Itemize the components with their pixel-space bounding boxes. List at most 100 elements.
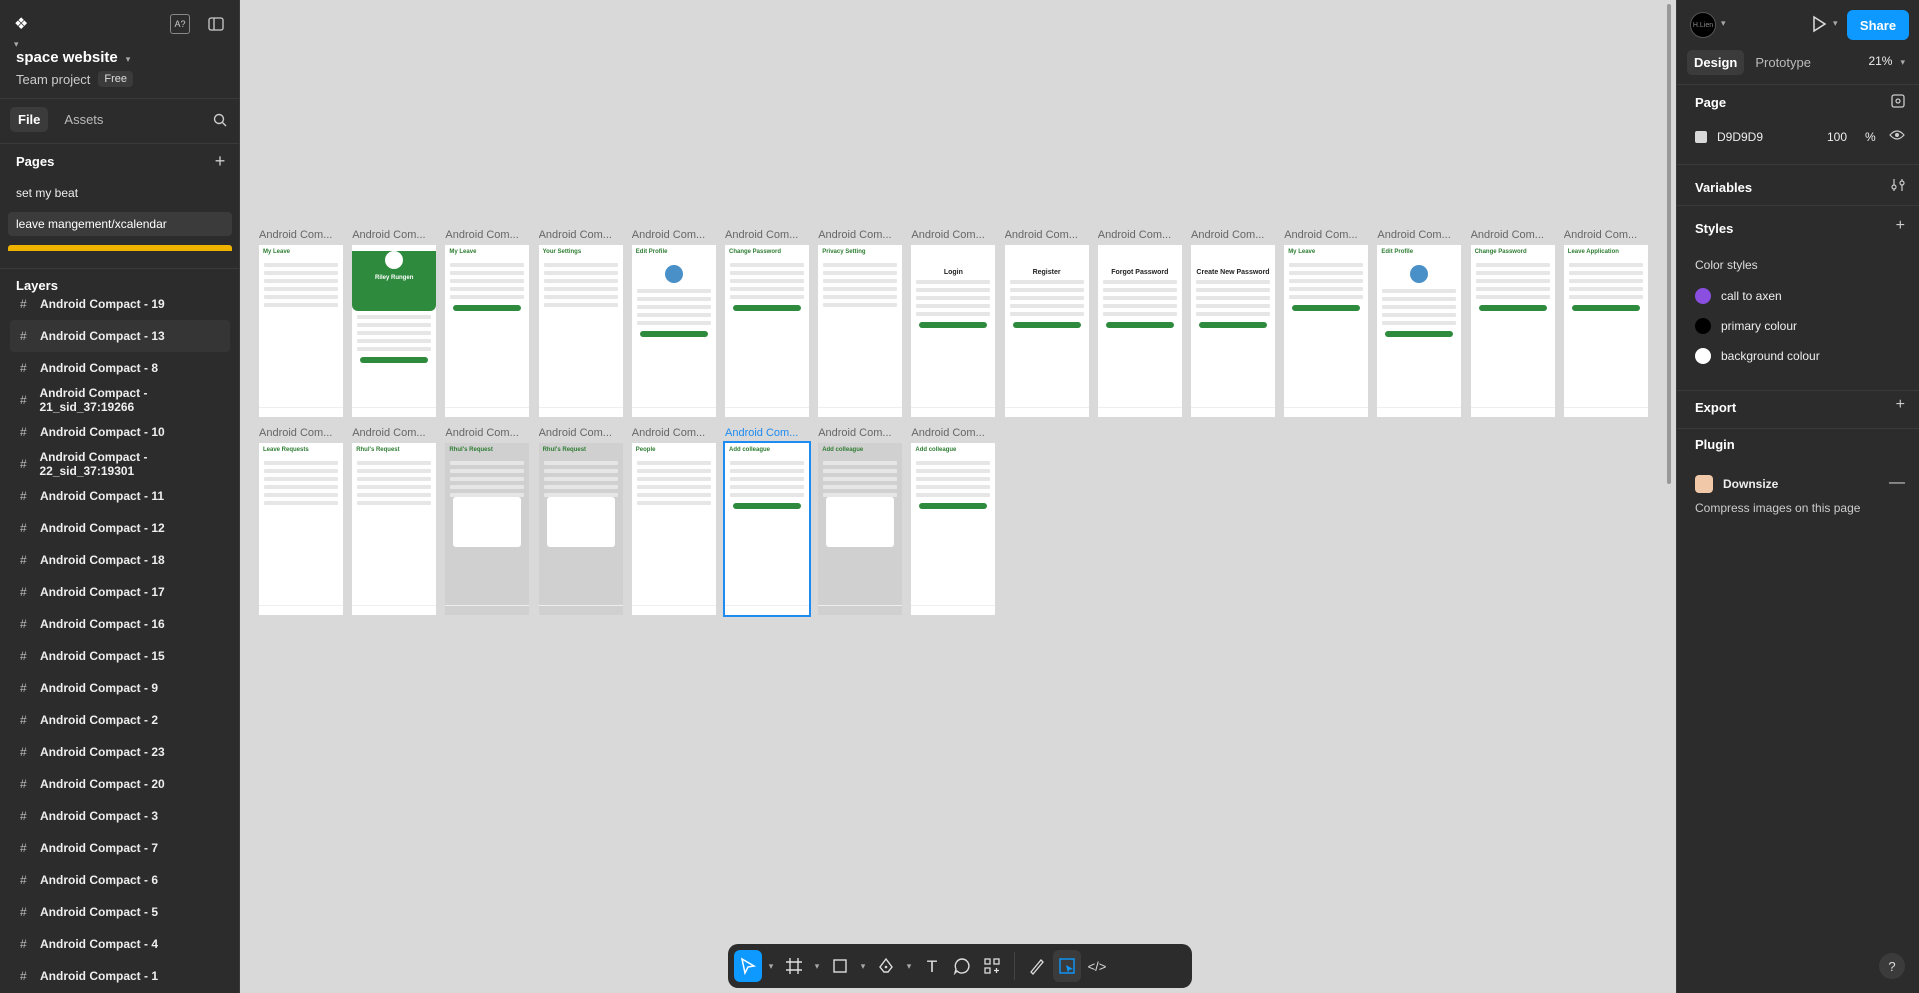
android-frame[interactable]: My Leave	[1284, 245, 1369, 417]
layer-item[interactable]: # Android Compact - 19	[0, 296, 240, 320]
search-icon[interactable]	[210, 110, 230, 130]
frame-label[interactable]: Android Com...	[445, 427, 529, 439]
layer-item[interactable]: # Android Compact - 22_sid_37:19301	[0, 448, 240, 480]
android-frame[interactable]: Leave Application	[1563, 245, 1648, 417]
frame-label[interactable]: Android Com...	[352, 427, 436, 439]
chevron-down-icon[interactable]: ▾	[1833, 18, 1838, 29]
layer-item[interactable]: # Android Compact - 16	[0, 608, 240, 640]
android-frame[interactable]: Change Password	[1470, 245, 1555, 417]
move-tool-icon[interactable]	[734, 950, 762, 982]
comment-tool-icon[interactable]	[948, 950, 976, 982]
color-style-item[interactable]: call to axen	[1695, 288, 1782, 304]
frame-tool-icon[interactable]	[780, 950, 808, 982]
tab-assets[interactable]: Assets	[56, 107, 111, 132]
layer-item[interactable]: # Android Compact - 23	[0, 736, 240, 768]
frame-label[interactable]: Android Com...	[539, 229, 623, 241]
frame-label[interactable]: Android Com...	[1564, 229, 1648, 241]
design-mode-icon[interactable]	[1053, 950, 1081, 982]
android-frame[interactable]: Create New Password	[1191, 245, 1275, 417]
tab-prototype[interactable]: Prototype	[1748, 50, 1818, 75]
frame-label[interactable]: Android Com...	[1005, 229, 1089, 241]
android-frame[interactable]: Add colleague	[723, 441, 811, 617]
sidebar-toggle-icon[interactable]	[206, 14, 226, 34]
frame-label[interactable]: Android Com...	[1098, 229, 1182, 241]
project-name[interactable]: space website ▾	[16, 49, 130, 66]
frame-label[interactable]: Android Com...	[259, 229, 343, 241]
layer-item[interactable]: # Android Compact - 3	[0, 800, 240, 832]
layer-item[interactable]: # Android Compact - 1	[0, 960, 240, 992]
page-item-selected[interactable]: leave mangement/xcalendar	[8, 212, 232, 236]
page-fill-row[interactable]: D9D9D9	[1695, 130, 1763, 144]
layer-item[interactable]: # Android Compact - 11	[0, 480, 240, 512]
page-color-swatch[interactable]	[1695, 131, 1707, 143]
page-item[interactable]: set my beat	[8, 181, 232, 205]
android-frame[interactable]: Your Settings	[538, 245, 623, 417]
layer-item[interactable]: # Android Compact - 13	[10, 320, 230, 352]
visibility-eye-icon[interactable]	[1889, 128, 1905, 146]
android-frame[interactable]: Rhul's Request	[538, 443, 623, 615]
layer-item[interactable]: # Android Compact - 20	[0, 768, 240, 800]
page-color-hex[interactable]: D9D9D9	[1717, 130, 1763, 144]
frame-label[interactable]: Android Com...	[352, 229, 436, 241]
layer-item[interactable]: # Android Compact - 5	[0, 896, 240, 928]
share-button[interactable]: Share	[1847, 10, 1909, 40]
android-frame[interactable]: Add colleague	[818, 443, 903, 615]
chevron-down-icon[interactable]: ▾	[810, 950, 824, 982]
add-export-icon[interactable]: +	[1896, 396, 1905, 414]
layer-item[interactable]: # Android Compact - 10	[0, 416, 240, 448]
layer-item[interactable]: # Android Compact - 18	[0, 544, 240, 576]
plugin-name[interactable]: Downsize	[1723, 477, 1778, 491]
add-page-icon[interactable]: +	[210, 151, 230, 171]
layer-item[interactable]: # Android Compact - 21_sid_37:19266	[0, 384, 240, 416]
present-play-icon[interactable]	[1811, 15, 1827, 38]
frame-label[interactable]: Android Com...	[725, 427, 809, 439]
library-icon[interactable]	[1891, 94, 1905, 111]
android-frame[interactable]: Register	[1004, 245, 1089, 417]
frame-label[interactable]: Android Com...	[632, 427, 716, 439]
android-frame[interactable]: Forgot Password	[1097, 245, 1182, 417]
dev-mode-icon[interactable]: </>	[1083, 950, 1111, 982]
chevron-down-icon[interactable]: ▾	[764, 950, 778, 982]
plan-badge[interactable]: Free	[98, 71, 134, 87]
android-frame[interactable]: Rhul's Request	[352, 443, 437, 615]
layer-item[interactable]: # Android Compact - 17	[0, 576, 240, 608]
layer-item[interactable]: # Android Compact - 9	[0, 672, 240, 704]
chevron-down-icon[interactable]: ▾	[1721, 18, 1726, 29]
frame-label[interactable]: Android Com...	[818, 229, 902, 241]
frame-label[interactable]: Android Com...	[1284, 229, 1368, 241]
actions-tool-icon[interactable]	[978, 950, 1006, 982]
canvas-scrollbar[interactable]	[1667, 4, 1671, 484]
text-style-icon[interactable]: A?	[170, 14, 190, 34]
color-style-item[interactable]: primary colour	[1695, 318, 1797, 334]
android-frame[interactable]: Rhul's Request	[445, 443, 530, 615]
color-style-item[interactable]: background colour	[1695, 348, 1820, 364]
pen-tool-icon[interactable]	[872, 950, 900, 982]
plugin-row[interactable]: Downsize	[1695, 475, 1778, 493]
layer-item[interactable]: # Android Compact - 8	[0, 352, 240, 384]
text-tool-icon[interactable]: T	[918, 950, 946, 982]
zoom-level[interactable]: 21% ▾	[1868, 54, 1905, 68]
rectangle-tool-icon[interactable]	[826, 950, 854, 982]
page-opacity[interactable]: 100	[1827, 130, 1847, 144]
frame-label[interactable]: Android Com...	[539, 427, 623, 439]
frame-label[interactable]: Android Com...	[1377, 229, 1461, 241]
android-frame[interactable]: Edit Profile	[631, 245, 716, 417]
tab-design[interactable]: Design	[1687, 50, 1745, 75]
frame-label[interactable]: Android Com...	[911, 229, 995, 241]
layer-item[interactable]: # Android Compact - 4	[0, 928, 240, 960]
frame-label[interactable]: Android Com...	[445, 229, 529, 241]
android-frame[interactable]: Riley Rungen	[352, 245, 437, 417]
android-frame[interactable]: Edit Profile	[1377, 245, 1462, 417]
android-frame[interactable]: Login	[911, 245, 996, 417]
chevron-down-icon[interactable]: ▾	[902, 950, 916, 982]
layer-item[interactable]: # Android Compact - 6	[0, 864, 240, 896]
variables-settings-icon[interactable]	[1891, 178, 1905, 197]
layer-item[interactable]: # Android Compact - 7	[0, 832, 240, 864]
frame-label[interactable]: Android Com...	[632, 229, 716, 241]
chevron-down-icon[interactable]: ▾	[856, 950, 870, 982]
android-frame[interactable]: Privacy Setting	[818, 245, 903, 417]
frame-label[interactable]: Android Com...	[725, 229, 809, 241]
figma-menu-icon[interactable]: ❖ ▾	[14, 14, 34, 49]
add-style-icon[interactable]: +	[1896, 217, 1905, 235]
frame-label[interactable]: Android Com...	[1191, 229, 1275, 241]
